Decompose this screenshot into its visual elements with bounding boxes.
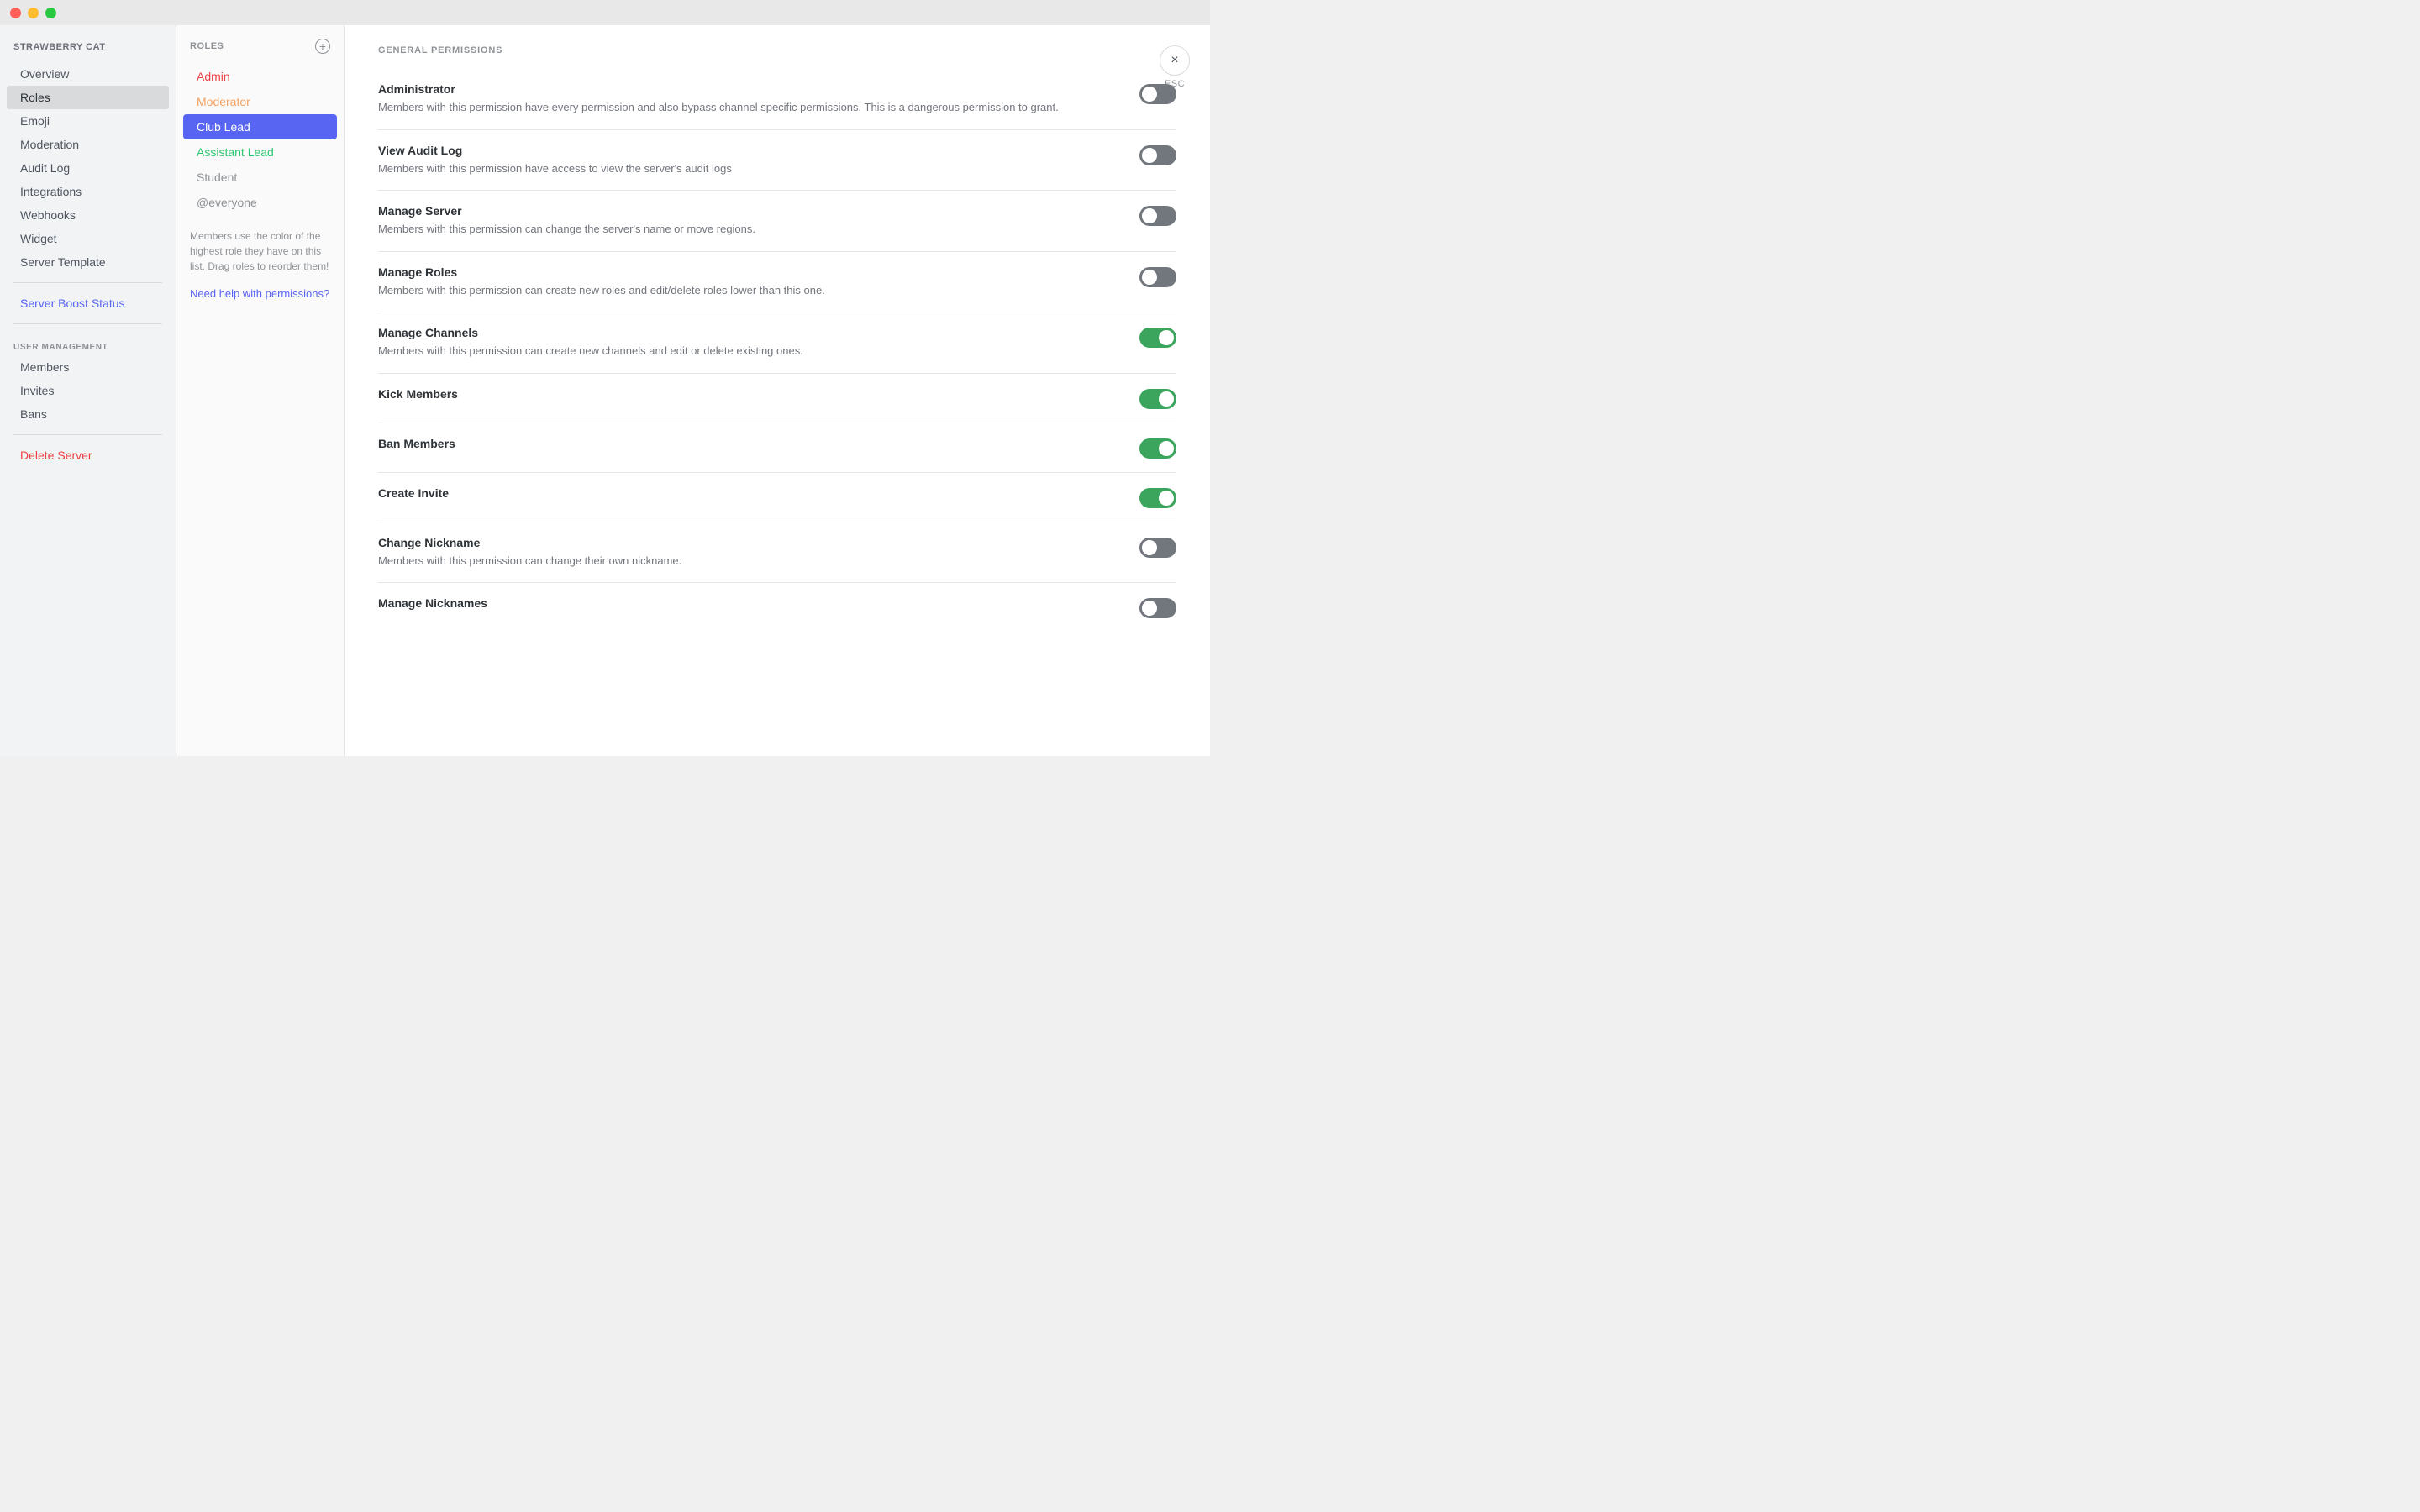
close-icon: × — [1160, 45, 1190, 76]
sidebar-item-delete-server[interactable]: Delete Server — [7, 444, 169, 467]
permission-row-create-invite: Create Invite — [378, 473, 1176, 522]
sidebar-item-moderation[interactable]: Moderation — [7, 133, 169, 156]
roles-help-link[interactable]: Need help with permissions? — [176, 287, 344, 300]
permissions-panel: GENERAL PERMISSIONS × ESC Administrator M… — [345, 25, 1210, 756]
permission-desc-manage-server: Members with this permission can change … — [378, 221, 1119, 238]
permission-desc-administrator: Members with this permission have every … — [378, 99, 1119, 116]
sidebar-item-webhooks[interactable]: Webhooks — [7, 203, 169, 227]
permission-row-manage-nicknames: Manage Nicknames — [378, 583, 1176, 632]
sidebar-divider-1 — [13, 282, 162, 283]
minimize-button[interactable] — [28, 8, 39, 18]
permissions-list: Administrator Members with this permissio… — [378, 69, 1176, 632]
permission-desc-change-nickname: Members with this permission can change … — [378, 553, 1119, 570]
sidebar-divider-3 — [13, 434, 162, 435]
permission-row-manage-roles: Manage Roles Members with this permission… — [378, 252, 1176, 313]
role-item-everyone[interactable]: @everyone — [183, 190, 337, 215]
permission-desc-manage-roles: Members with this permission can create … — [378, 282, 1119, 299]
permission-name-manage-channels: Manage Channels — [378, 326, 1119, 339]
permission-name-create-invite: Create Invite — [378, 486, 1119, 500]
sidebar-item-bans[interactable]: Bans — [7, 402, 169, 426]
sidebar: STRAWBERRY CAT Overview Roles Emoji Mode… — [0, 25, 176, 756]
role-item-admin[interactable]: Admin — [183, 64, 337, 89]
maximize-button[interactable] — [45, 8, 56, 18]
sidebar-item-boost-status[interactable]: Server Boost Status — [7, 291, 169, 315]
permission-row-change-nickname: Change Nickname Members with this permiss… — [378, 522, 1176, 584]
roles-panel: ROLES + Admin Moderator Club Lead Assist… — [176, 25, 345, 756]
sidebar-item-roles[interactable]: Roles — [7, 86, 169, 109]
sidebar-item-server-template[interactable]: Server Template — [7, 250, 169, 274]
permission-toggle-kick-members[interactable] — [1139, 389, 1176, 409]
sidebar-item-audit-log[interactable]: Audit Log — [7, 156, 169, 180]
permission-name-manage-roles: Manage Roles — [378, 265, 1119, 279]
sidebar-item-invites[interactable]: Invites — [7, 379, 169, 402]
permission-toggle-ban-members[interactable] — [1139, 438, 1176, 459]
role-item-assistant-lead[interactable]: Assistant Lead — [183, 139, 337, 165]
sidebar-item-emoji[interactable]: Emoji — [7, 109, 169, 133]
permission-row-manage-channels: Manage Channels Members with this permiss… — [378, 312, 1176, 374]
sidebar-item-widget[interactable]: Widget — [7, 227, 169, 250]
permission-row-manage-server: Manage Server Members with this permissio… — [378, 191, 1176, 252]
permission-name-manage-nicknames: Manage Nicknames — [378, 596, 1119, 610]
roles-header-label: ROLES — [190, 41, 224, 51]
permission-toggle-manage-roles[interactable] — [1139, 267, 1176, 287]
permissions-section-label: GENERAL PERMISSIONS — [378, 45, 1176, 55]
esc-button[interactable]: × ESC — [1160, 45, 1190, 89]
permission-name-manage-server: Manage Server — [378, 204, 1119, 218]
permission-desc-manage-channels: Members with this permission can create … — [378, 343, 1119, 360]
permission-name-kick-members: Kick Members — [378, 387, 1119, 401]
roles-add-button[interactable]: + — [315, 39, 330, 54]
permission-row-administrator: Administrator Members with this permissio… — [378, 69, 1176, 130]
permission-row-ban-members: Ban Members — [378, 423, 1176, 473]
sidebar-divider-2 — [13, 323, 162, 324]
roles-hint: Members use the color of the highest rol… — [176, 215, 344, 287]
permission-toggle-manage-nicknames[interactable] — [1139, 598, 1176, 618]
permission-toggle-view-audit-log[interactable] — [1139, 145, 1176, 165]
permission-desc-view-audit-log: Members with this permission have access… — [378, 160, 1119, 177]
role-item-student[interactable]: Student — [183, 165, 337, 190]
permission-name-change-nickname: Change Nickname — [378, 536, 1119, 549]
permission-toggle-create-invite[interactable] — [1139, 488, 1176, 508]
server-name: STRAWBERRY CAT — [0, 42, 176, 62]
permission-row-kick-members: Kick Members — [378, 374, 1176, 423]
sidebar-item-members[interactable]: Members — [7, 355, 169, 379]
sidebar-item-integrations[interactable]: Integrations — [7, 180, 169, 203]
permission-row-view-audit-log: View Audit Log Members with this permissi… — [378, 130, 1176, 192]
sidebar-item-overview[interactable]: Overview — [7, 62, 169, 86]
role-item-moderator[interactable]: Moderator — [183, 89, 337, 114]
permission-toggle-manage-channels[interactable] — [1139, 328, 1176, 348]
permission-name-ban-members: Ban Members — [378, 437, 1119, 450]
permission-toggle-administrator[interactable] — [1139, 84, 1176, 104]
permission-toggle-change-nickname[interactable] — [1139, 538, 1176, 558]
roles-header: ROLES + — [176, 39, 344, 64]
permission-toggle-manage-server[interactable] — [1139, 206, 1176, 226]
permission-name-view-audit-log: View Audit Log — [378, 144, 1119, 157]
role-item-club-lead[interactable]: Club Lead — [183, 114, 337, 139]
close-button[interactable] — [10, 8, 21, 18]
app-container: STRAWBERRY CAT Overview Roles Emoji Mode… — [0, 25, 1210, 756]
permission-name-administrator: Administrator — [378, 82, 1119, 96]
user-management-header: USER MANAGEMENT — [0, 333, 176, 355]
titlebar — [0, 0, 1210, 25]
